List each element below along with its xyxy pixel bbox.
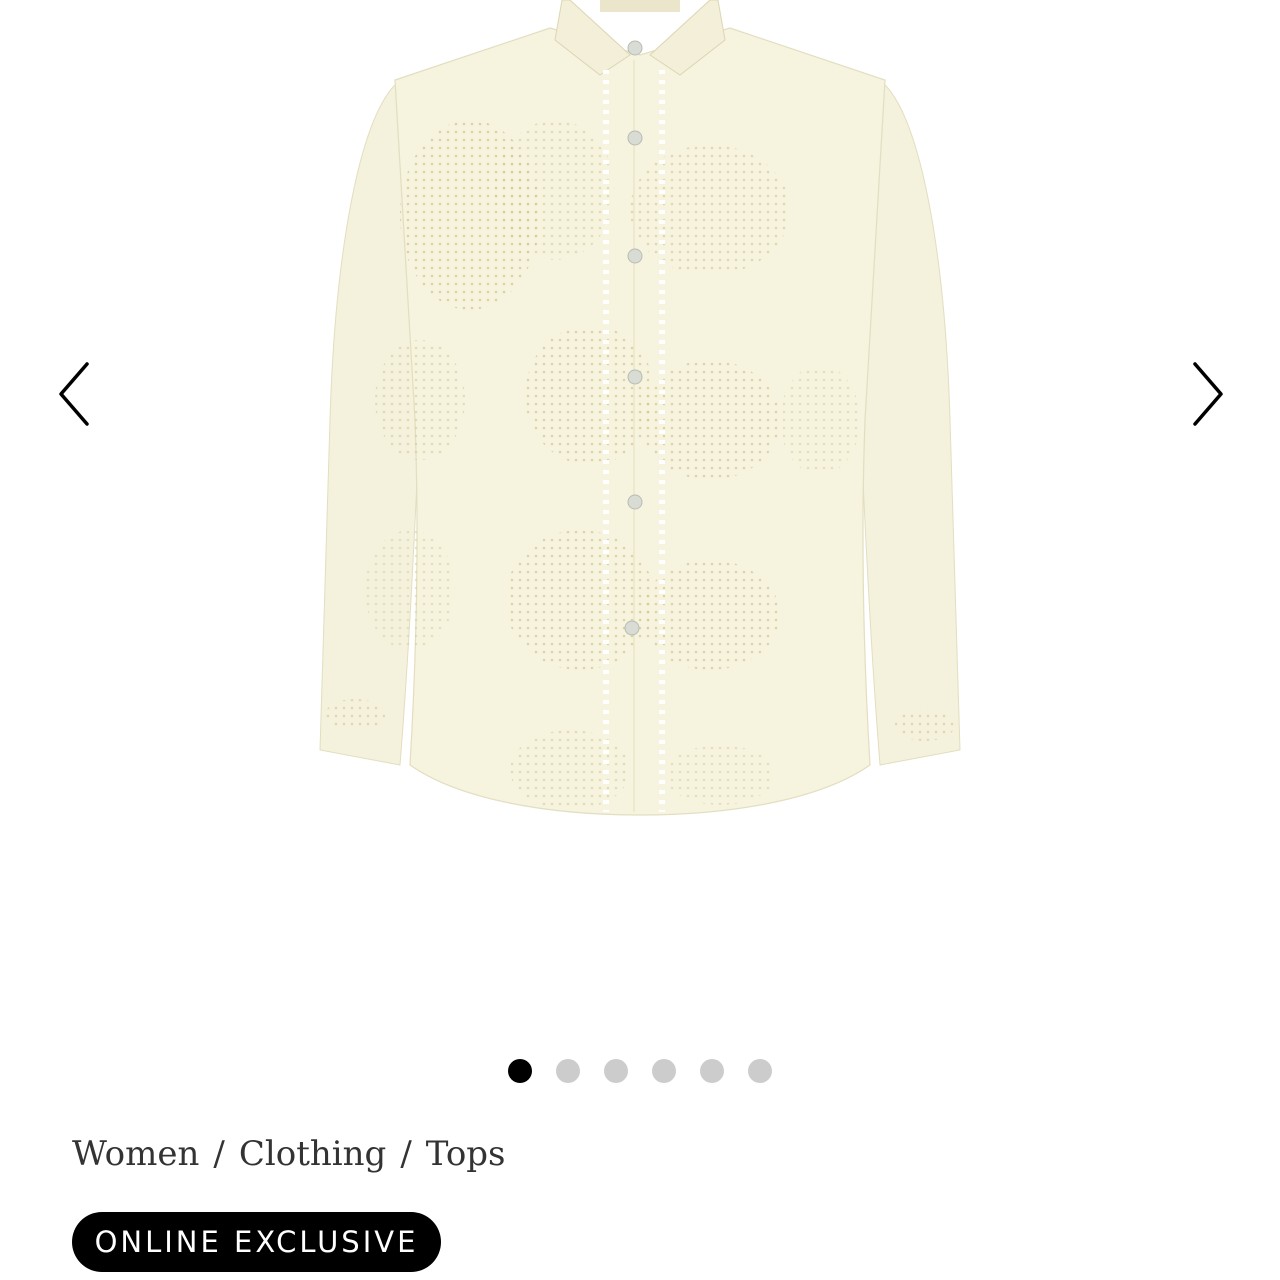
breadcrumb-link-tops[interactable]: Tops: [426, 1134, 506, 1174]
breadcrumb-link-women[interactable]: Women: [72, 1134, 199, 1174]
carousel-dot-4[interactable]: [652, 1059, 676, 1083]
carousel-dot-5[interactable]: [700, 1059, 724, 1083]
carousel-dot-6[interactable]: [748, 1059, 772, 1083]
product-image: [319, 0, 961, 816]
chevron-right-icon: [1193, 362, 1223, 426]
carousel-dot-1[interactable]: [508, 1059, 532, 1083]
chevron-left-icon: [59, 362, 89, 426]
breadcrumb-separator: /: [213, 1134, 225, 1174]
badge-label: ONLINE EXCLUSIVE: [94, 1225, 419, 1259]
breadcrumb-separator: /: [400, 1134, 412, 1174]
previous-image-button[interactable]: [46, 352, 106, 436]
next-image-button[interactable]: [1176, 352, 1236, 436]
breadcrumb: Women / Clothing / Tops: [72, 1134, 506, 1174]
product-gallery: [0, 0, 1280, 1040]
carousel-dot-3[interactable]: [604, 1059, 628, 1083]
carousel-pagination: [508, 1059, 772, 1083]
carousel-dot-2[interactable]: [556, 1059, 580, 1083]
online-exclusive-badge: ONLINE EXCLUSIVE: [72, 1212, 441, 1272]
breadcrumb-link-clothing[interactable]: Clothing: [239, 1134, 386, 1174]
